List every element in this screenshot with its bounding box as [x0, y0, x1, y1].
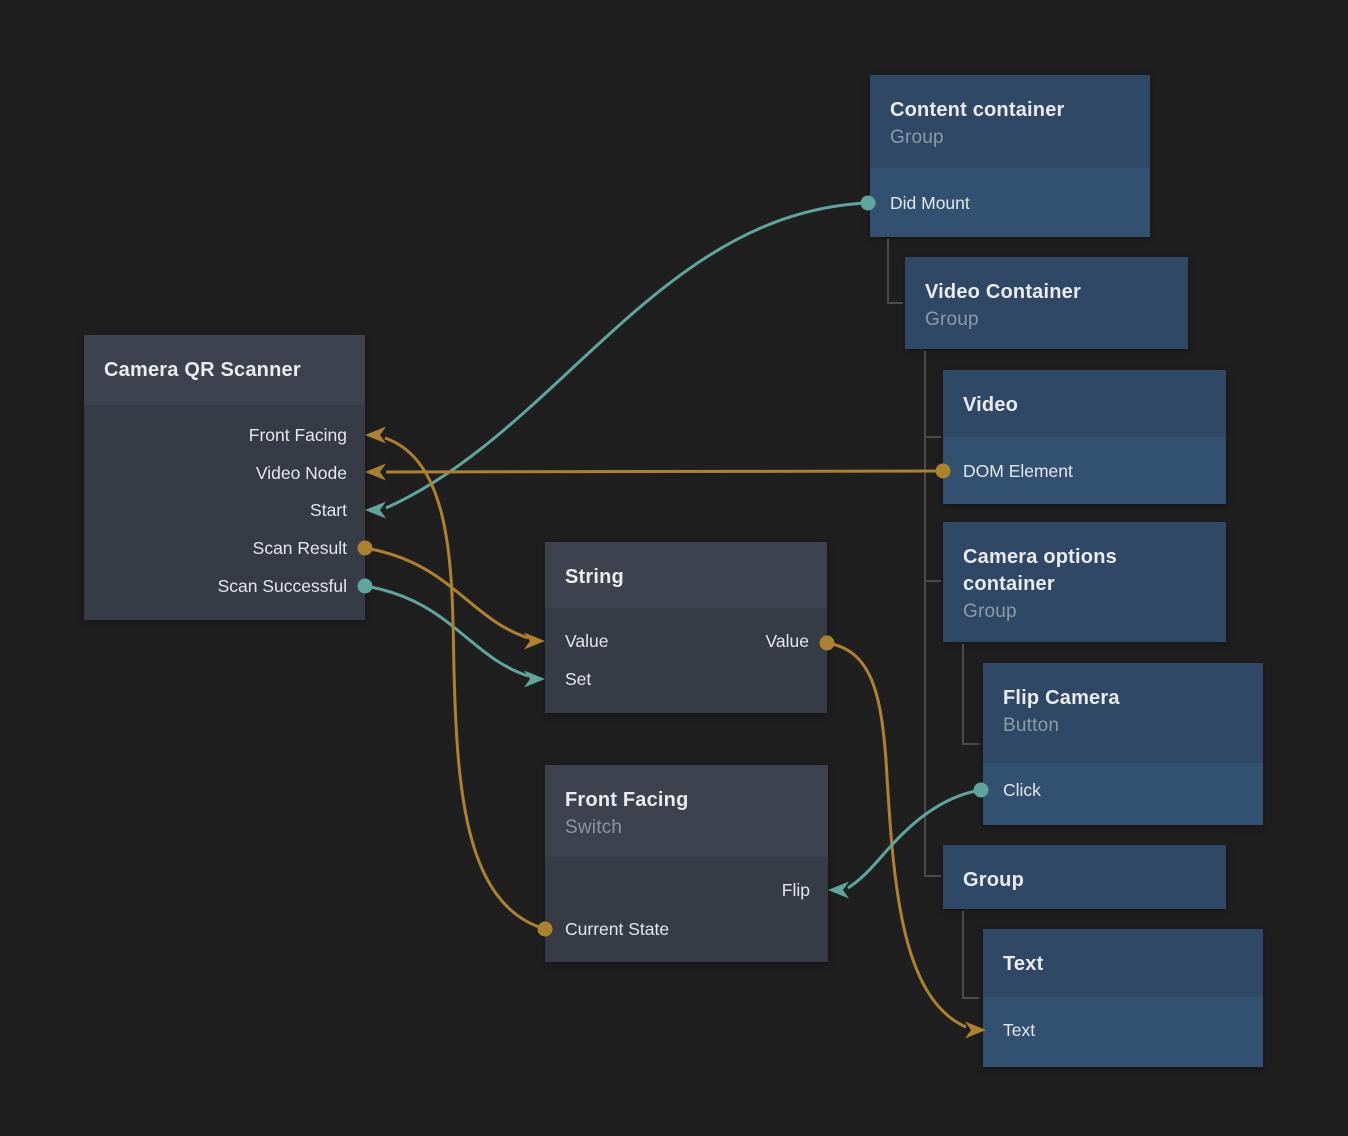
port-scan-result[interactable]: Scan Result — [253, 535, 347, 561]
port-current-state[interactable]: Current State — [565, 916, 669, 942]
node-video[interactable]: Video DOM Element — [943, 370, 1226, 504]
port-string-value-out[interactable]: Value — [766, 628, 809, 654]
port-label: DOM Element — [963, 461, 1073, 482]
arrowhead-front-facing — [365, 427, 386, 444]
node-header: Camera options containerGroup — [943, 522, 1226, 642]
port-label: Flip — [782, 880, 810, 901]
hierarchy-line-4 — [963, 644, 979, 744]
hierarchy-line-0 — [888, 239, 903, 303]
port-label: Current State — [565, 919, 669, 940]
node-title: Flip Camera — [1003, 685, 1218, 712]
port-flip[interactable]: Flip — [782, 877, 810, 903]
node-content-container[interactable]: Content containerGroup Did Mount — [870, 75, 1150, 237]
node-subtitle: Group — [963, 598, 1206, 625]
node-front-facing-switch[interactable]: Front FacingSwitch Flip Current State — [545, 765, 828, 962]
node-title: Text — [1003, 951, 1218, 978]
arrowhead-string-set — [524, 671, 545, 688]
port-label: Value — [766, 631, 809, 652]
port-label: Scan Result — [253, 538, 347, 559]
node-title: Front Facing — [565, 787, 780, 814]
node-flip-camera[interactable]: Flip CameraButton Click — [983, 663, 1263, 825]
arrowhead-flip — [828, 882, 849, 899]
port-label: Set — [565, 669, 591, 690]
port-text-in[interactable]: Text — [1003, 1017, 1035, 1043]
node-header: Front FacingSwitch — [545, 765, 828, 857]
hierarchy-line-5 — [963, 911, 979, 998]
node-camera-qr-scanner[interactable]: Camera QR Scanner Front Facing Video Node S… — [84, 335, 365, 620]
node-header: Flip CameraButton — [983, 663, 1263, 763]
port-label: Start — [310, 500, 347, 521]
node-subtitle: Switch — [565, 814, 808, 841]
port-label: Front Facing — [249, 425, 347, 446]
node-video-container[interactable]: Video ContainerGroup — [905, 257, 1188, 349]
port-label: Video Node — [256, 463, 347, 484]
node-header: Text — [983, 929, 1263, 997]
node-title: Group — [963, 867, 1178, 894]
wire-value-to-text[interactable] — [827, 643, 966, 1027]
node-camera-options-container[interactable]: Camera options containerGroup — [943, 522, 1226, 642]
node-title: Camera QR Scanner — [104, 357, 319, 384]
port-label: Click — [1003, 780, 1041, 801]
node-header: Video ContainerGroup — [905, 257, 1188, 349]
arrowhead-string-value-in — [524, 633, 545, 650]
wire-scansuccessful-to-set[interactable] — [365, 586, 528, 676]
port-video-node[interactable]: Video Node — [256, 460, 347, 486]
node-subtitle: Group — [890, 124, 1130, 151]
port-click[interactable]: Click — [1003, 777, 1041, 803]
arrowhead-start — [365, 502, 386, 519]
node-text[interactable]: Text Text — [983, 929, 1263, 1067]
port-label: Text — [1003, 1020, 1035, 1041]
node-title: Camera options container — [963, 544, 1178, 598]
node-title: String — [565, 564, 780, 591]
wire-scanresult-to-value[interactable] — [365, 548, 528, 638]
node-title: Video — [963, 392, 1178, 419]
node-header: Content containerGroup — [870, 75, 1150, 168]
wire-domelement-to-videonode[interactable] — [386, 471, 943, 472]
node-subtitle: Group — [925, 306, 1168, 333]
node-string[interactable]: String Value Set Value — [545, 542, 827, 713]
node-title: Video Container — [925, 279, 1140, 306]
node-header: Camera QR Scanner — [84, 335, 365, 405]
port-did-mount[interactable]: Did Mount — [890, 190, 970, 216]
port-string-set[interactable]: Set — [565, 666, 591, 692]
port-start[interactable]: Start — [310, 497, 347, 523]
port-dom-element[interactable]: DOM Element — [963, 458, 1073, 484]
node-header: Group — [943, 845, 1226, 909]
node-header: Video — [943, 370, 1226, 437]
hierarchy-line-1 — [925, 351, 941, 876]
wire-didmount-to-start[interactable] — [386, 203, 868, 508]
arrowhead-video-node — [365, 464, 386, 481]
wire-currentstate-to-frontfacing[interactable] — [385, 438, 545, 929]
port-front-facing[interactable]: Front Facing — [249, 422, 347, 448]
node-editor-canvas[interactable]: Camera QR Scanner Front Facing Video Node S… — [0, 0, 1348, 1136]
port-label: Value — [565, 631, 608, 652]
node-group[interactable]: Group — [943, 845, 1226, 909]
node-header: String — [545, 542, 827, 608]
port-label: Scan Successful — [218, 576, 347, 597]
node-title: Content container — [890, 97, 1105, 124]
node-subtitle: Button — [1003, 712, 1243, 739]
port-string-value-in[interactable]: Value — [565, 628, 608, 654]
port-scan-successful[interactable]: Scan Successful — [218, 573, 347, 599]
port-label: Did Mount — [890, 193, 970, 214]
